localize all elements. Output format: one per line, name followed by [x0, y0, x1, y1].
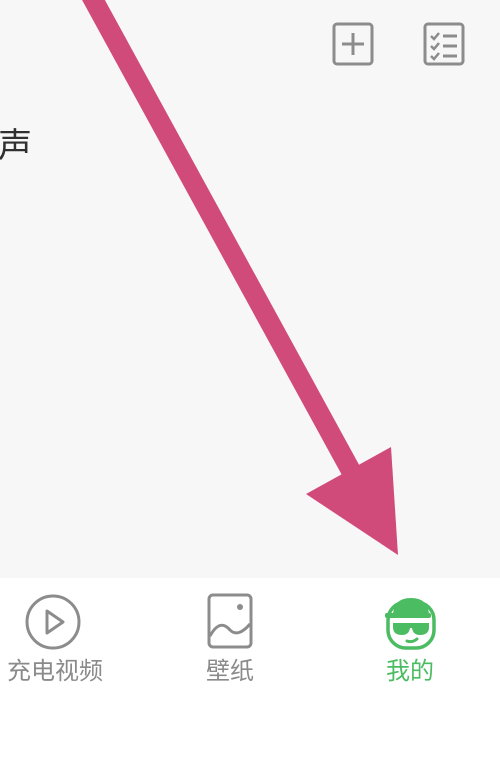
image-icon	[200, 592, 260, 652]
checklist-button[interactable]	[423, 22, 465, 66]
tab-me[interactable]: 我的	[325, 578, 495, 698]
partial-heading: 声	[0, 126, 32, 166]
tab-label: 壁纸	[206, 657, 254, 685]
plus-square-icon	[332, 22, 374, 66]
bottom-tab-bar: 充电视频 壁纸 我的	[0, 578, 500, 770]
avatar-sunglasses-icon	[381, 592, 441, 652]
tab-label: 我的	[386, 657, 434, 685]
tab-wallpaper[interactable]: 壁纸	[145, 578, 315, 698]
tab-charging-video[interactable]: 充电视频	[0, 578, 140, 698]
add-button[interactable]	[332, 22, 374, 66]
checklist-icon	[423, 22, 465, 66]
tab-label: 充电视频	[7, 657, 103, 685]
play-circle-icon	[23, 592, 83, 652]
